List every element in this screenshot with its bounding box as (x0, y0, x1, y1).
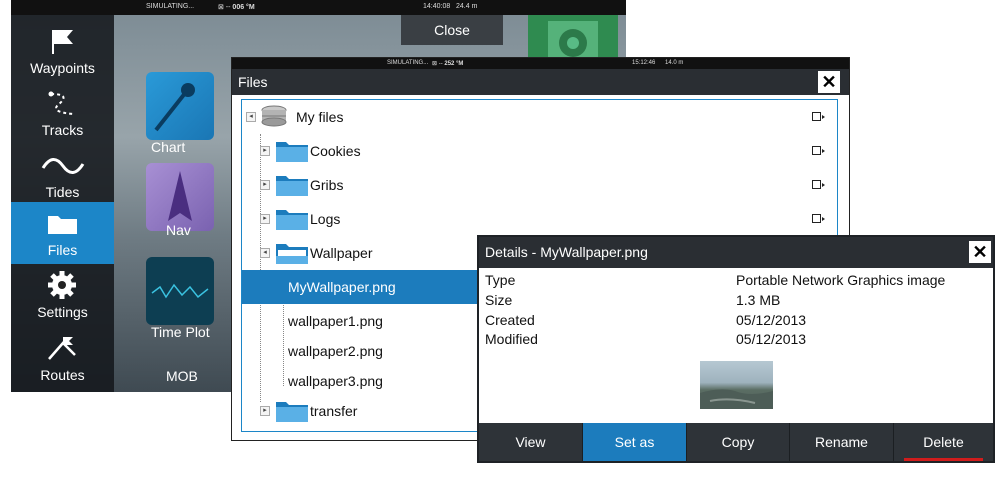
nav-icon (168, 171, 192, 221)
collapse-icon[interactable]: ◂ (246, 112, 256, 122)
nav-tile[interactable] (146, 163, 214, 231)
tree-row-cookies[interactable]: ▸ Cookies (242, 134, 837, 168)
rename-button[interactable]: Rename (790, 423, 894, 461)
depth-readout: 24.4 m (456, 3, 478, 10)
heading-readout: ⊠ -- 006 °M (218, 4, 255, 11)
heading-readout: ⊠ -- 252 °M (432, 61, 464, 67)
plot-icon (151, 283, 209, 299)
menu-icon[interactable] (812, 214, 825, 223)
delete-button[interactable]: Delete (894, 423, 993, 461)
details-dialog: Details - MyWallpaper.png ✕ Type Portabl… (477, 235, 995, 488)
created-value: 05/12/2013 (736, 312, 807, 328)
folder-icon (276, 210, 308, 230)
folder-icon (276, 402, 308, 422)
expand-icon[interactable]: ▸ (260, 406, 270, 416)
chart-icon (154, 83, 195, 132)
track-icon (48, 91, 74, 115)
close-button[interactable]: Close (401, 15, 503, 45)
files-status-bar: SIMULATING... ⊠ -- 252 °M 15:12:46 14.0 … (232, 58, 849, 69)
sim-status: SIMULATING... (387, 60, 429, 66)
time-plot-tile-label: Time Plot (151, 324, 210, 340)
image-preview (700, 361, 773, 409)
chart-tile[interactable] (146, 72, 214, 140)
mob-label[interactable]: MOB (166, 368, 198, 384)
expand-icon[interactable]: ▸ (260, 214, 270, 224)
modified-label: Modified (485, 331, 538, 347)
expand-icon[interactable]: ▸ (260, 180, 270, 190)
open-folder-icon (276, 244, 308, 264)
sidebar-item-tides[interactable]: Tides (11, 144, 114, 206)
menu-icon[interactable] (812, 112, 825, 121)
wallpaper-thumbnail (528, 15, 618, 65)
drive-icon (261, 105, 287, 127)
time-readout: 14:40:08 (423, 3, 451, 10)
size-value: 1.3 MB (736, 292, 781, 308)
sidebar-item-tracks[interactable]: Tracks (11, 82, 114, 144)
modified-value: 05/12/2013 (736, 331, 807, 347)
expand-icon[interactable]: ▸ (260, 146, 270, 156)
menu-icon[interactable] (812, 180, 825, 189)
type-value: Portable Network Graphics image (736, 272, 946, 288)
details-title: Details - MyWallpaper.png (479, 237, 993, 268)
delete-label: Delete (923, 434, 964, 450)
depth-readout: 14.0 m (665, 60, 684, 66)
route-icon (48, 337, 76, 360)
copy-button[interactable]: Copy (687, 423, 790, 461)
collapse-icon[interactable]: ◂ (260, 248, 270, 258)
created-label: Created (485, 312, 535, 328)
sidebar-item-routes[interactable]: Routes (11, 327, 114, 389)
flag-icon (52, 30, 73, 54)
status-bar: SIMULATING... ⊠ -- 006 °M 14:40:08 24.4 … (11, 0, 626, 15)
tree-row-my-files[interactable]: ◂ My files (242, 100, 837, 134)
type-label: Type (485, 272, 516, 288)
delete-accent-bar (904, 458, 983, 461)
folder-icon (276, 142, 308, 162)
close-details-button[interactable]: ✕ (969, 241, 991, 263)
files-title: Files (232, 69, 849, 95)
sidebar-item-waypoints[interactable]: Waypoints (11, 20, 114, 82)
time-readout: 15:12:46 (632, 60, 656, 66)
sim-status: SIMULATING... (146, 3, 195, 10)
folder-icon (276, 176, 308, 196)
wave-icon (41, 158, 85, 174)
time-plot-tile[interactable] (146, 257, 214, 325)
gear-icon (48, 271, 76, 299)
nav-tile-label: Nav (166, 222, 191, 238)
size-label: Size (485, 292, 513, 308)
sidebar-item-settings[interactable]: Settings (11, 264, 114, 326)
menu-icon[interactable] (812, 146, 825, 155)
tree-row-logs[interactable]: ▸ Logs (242, 202, 837, 236)
tree-row-gribs[interactable]: ▸ Gribs (242, 168, 837, 202)
close-files-button[interactable]: ✕ (818, 71, 840, 93)
details-action-bar: View Set as wallpaper Copy Rename Delete (479, 423, 993, 488)
set-as-wallpaper-button[interactable]: Set as wallpaper (583, 423, 687, 488)
chart-tile-label: Chart (151, 139, 186, 155)
sidebar-item-files[interactable]: Files (11, 202, 114, 264)
folder-icon (48, 216, 77, 234)
view-button[interactable]: View (479, 423, 583, 461)
sidebar: Waypoints Tracks Tides Files Settings Ro… (11, 15, 114, 392)
